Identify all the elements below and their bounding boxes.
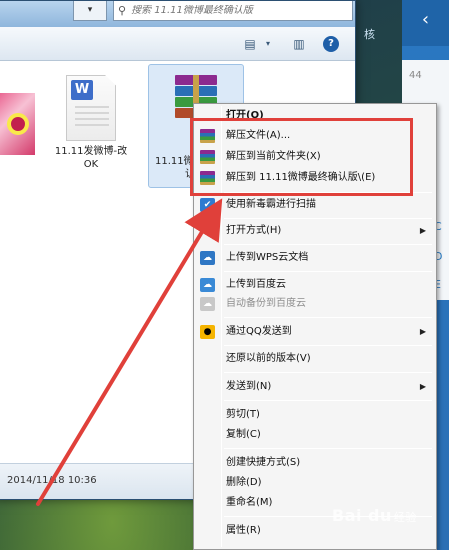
status-date: 2014/11/18 10:36: [7, 475, 97, 486]
menu-item-send-to[interactable]: 发送到(N) ▶: [196, 377, 434, 397]
menu-item-extract-here[interactable]: 解压到当前文件夹(X): [196, 147, 434, 167]
wps-document-icon: W: [66, 75, 116, 141]
backup-icon: ☁: [200, 297, 215, 311]
submenu-arrow-icon: ▶: [419, 327, 426, 336]
shield-scan-icon: ✔: [200, 198, 215, 212]
image-thumbnail: [0, 93, 35, 155]
menu-item-create-shortcut[interactable]: 创建快捷方式(S): [196, 453, 434, 473]
nav-dropdown-button[interactable]: ▾: [73, 1, 107, 21]
menu-separator: [224, 218, 432, 219]
baidu-cloud-icon: ☁: [200, 278, 215, 292]
search-icon: ⚲: [118, 4, 127, 17]
back-chevron-icon[interactable]: ‹: [402, 0, 449, 46]
qq-penguin-icon: ●: [200, 325, 215, 339]
file-label: 11.11发微博-改 OK: [54, 146, 128, 170]
menu-item-cut[interactable]: 剪切(T): [196, 405, 434, 425]
menu-item-send-qq[interactable]: ● 通过QQ发送到 ▶: [196, 322, 434, 342]
menu-item-open[interactable]: 打开(O): [196, 106, 434, 126]
menu-item-upload-baidu[interactable]: ☁ 上传到百度云: [196, 275, 434, 295]
menu-item-restore-versions[interactable]: 还原以前的版本(V): [196, 349, 434, 369]
menu-item-extract-files[interactable]: 解压文件(A)...: [196, 126, 434, 146]
context-menu: 打开(O) 解压文件(A)... 解压到当前文件夹(X) 解压到 11.11微博…: [193, 103, 437, 550]
view-dropdown-icon[interactable]: ▾: [260, 36, 276, 52]
winrar-icon: [200, 171, 215, 185]
search-input[interactable]: [131, 5, 332, 16]
menu-item-upload-wps[interactable]: ☁ 上传到WPS云文档: [196, 248, 434, 268]
submenu-arrow-icon: ▶: [419, 382, 426, 391]
baidu-watermark: Bai du 经验: [332, 506, 417, 525]
menu-item-delete[interactable]: 删除(D): [196, 473, 434, 493]
menu-item-open-with[interactable]: 打开方式(H) ▶: [196, 221, 434, 241]
help-icon[interactable]: ?: [323, 36, 339, 52]
explorer-toolbar: ▤ ▾ ▥ ?: [0, 27, 355, 61]
menu-separator: [224, 345, 432, 346]
view-options-icon[interactable]: ▤: [242, 36, 258, 52]
file-item-image[interactable]: [0, 93, 35, 155]
menu-separator: [224, 372, 432, 373]
menu-item-auto-backup: ☁ 自动备份到百度云: [196, 294, 434, 314]
menu-separator: [224, 448, 432, 449]
menu-item-duba-scan[interactable]: ✔ 使用新毒霸进行扫描: [196, 195, 434, 215]
submenu-arrow-icon: ▶: [419, 226, 426, 235]
winrar-icon: [200, 150, 215, 164]
file-item-doc[interactable]: W 11.11发微博-改 OK: [51, 75, 131, 171]
menu-separator: [224, 317, 432, 318]
search-box[interactable]: ⚲: [113, 1, 353, 21]
winrar-icon: [200, 129, 215, 143]
file-label: 11.11微 认: [155, 156, 195, 180]
menu-separator: [224, 244, 432, 245]
menu-item-copy[interactable]: 复制(C): [196, 425, 434, 445]
wps-cloud-icon: ☁: [200, 251, 215, 265]
menu-item-extract-to-folder[interactable]: 解压到 11.11微博最终确认版\(E): [196, 168, 434, 188]
preview-pane-icon[interactable]: ▥: [291, 36, 307, 52]
side-top-text: 核: [364, 28, 375, 41]
menu-separator: [224, 271, 432, 272]
menu-separator: [224, 400, 432, 401]
side-number: 44: [409, 70, 422, 81]
menu-separator: [224, 192, 432, 193]
